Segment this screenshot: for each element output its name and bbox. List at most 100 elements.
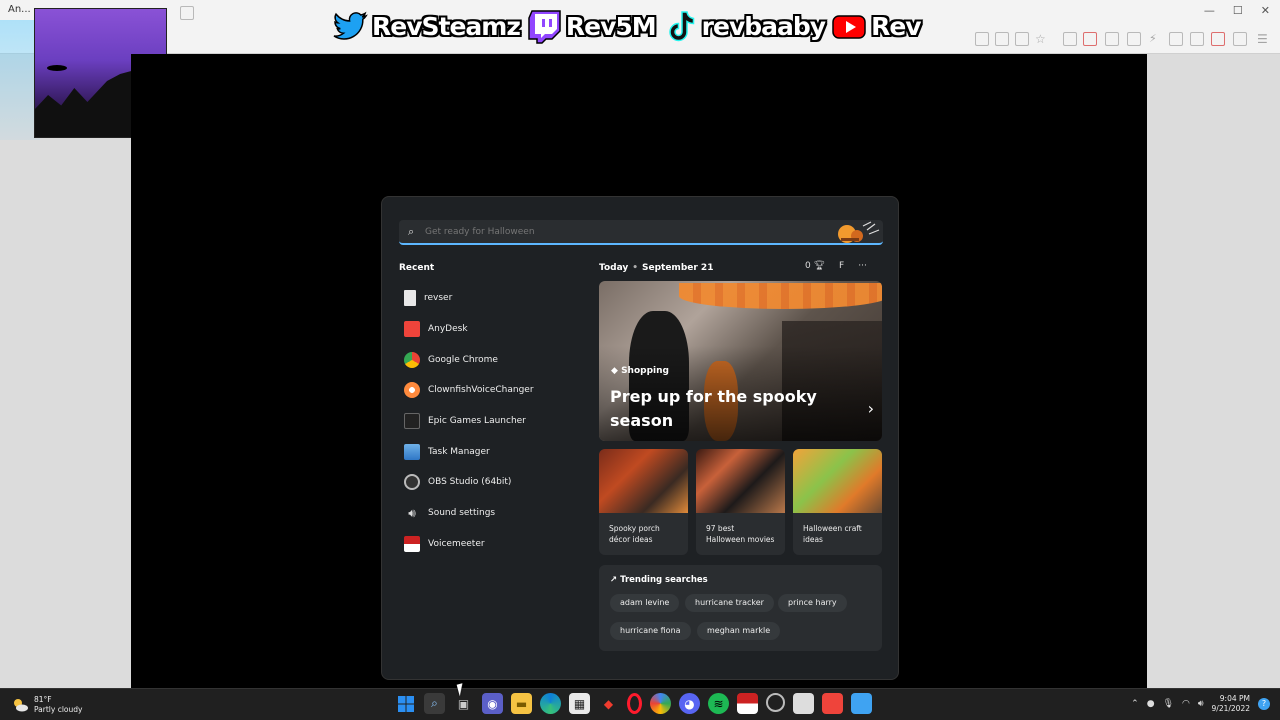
recent-item-label: OBS Studio (64bit) — [428, 477, 512, 488]
feed-card-movies[interactable]: 97 best Halloween movies — [696, 449, 785, 555]
notepad-icon[interactable] — [793, 693, 814, 714]
twitter-icon — [333, 11, 368, 40]
toolbar-icon[interactable] — [1063, 32, 1077, 46]
more-options-button[interactable]: ··· — [858, 261, 867, 271]
window-controls: — ☐ ✕ — [1204, 4, 1270, 17]
tiktok-name: revbaaby — [701, 11, 826, 41]
weather-desc: Partly cloudy — [34, 705, 83, 714]
card-image — [696, 449, 785, 513]
toolbar-icon[interactable] — [1233, 32, 1247, 46]
wifi-icon[interactable]: ◠ — [1182, 699, 1190, 709]
voicemeeter-taskbar-icon[interactable] — [737, 693, 758, 714]
recent-item-chrome[interactable]: Google Chrome — [404, 344, 534, 375]
minimize-button[interactable]: — — [1204, 4, 1215, 17]
recent-item-task-manager[interactable]: Task Manager — [404, 436, 534, 467]
toolbar-icon[interactable] — [1190, 32, 1204, 46]
windows-start-icon[interactable] — [395, 693, 416, 714]
recent-item-voicemeeter[interactable]: Voicemeeter — [404, 529, 534, 560]
trending-chip[interactable]: adam levine — [610, 594, 680, 612]
trending-chip[interactable]: hurricane fiona — [610, 622, 691, 640]
discord-icon[interactable]: ◕ — [679, 693, 700, 714]
toolbar-icon[interactable] — [1105, 32, 1119, 46]
recent-item-sound-settings[interactable]: 🔊︎ Sound settings — [404, 498, 534, 529]
recent-item-anydesk[interactable]: AnyDesk — [404, 314, 534, 345]
anydesk-taskbar-icon[interactable] — [822, 693, 843, 714]
search-icon: ⌕ — [408, 225, 415, 238]
obs-icon — [404, 474, 420, 491]
hero-tag: ◆ Shopping — [611, 366, 669, 376]
recent-item-obs[interactable]: OBS Studio (64bit) — [404, 467, 534, 498]
hero-card[interactable]: ◆ Shopping Prep up for the spooky season… — [599, 281, 882, 441]
trophy-icon: 🏆︎ — [813, 261, 826, 271]
opera-icon[interactable] — [627, 693, 642, 714]
taskbar: 81°F Partly cloudy ⌕ ▣ ◉ ▬ ▦ ◆ ◕ ≋ ⌃ ● 🎙… — [0, 688, 1280, 720]
teams-chat-icon[interactable]: ◉ — [482, 693, 503, 714]
voicemeeter-icon — [404, 535, 420, 552]
chevron-up-icon[interactable]: ⌃ — [1131, 699, 1139, 709]
clock[interactable]: 9:04 PM 9/21/2022 — [1212, 694, 1250, 714]
toolbar-icon[interactable] — [995, 32, 1009, 46]
file-explorer-icon[interactable]: ▬ — [511, 693, 532, 714]
tab-action-icon[interactable] — [180, 6, 194, 20]
hero-headline: Prep up for the spooky season — [610, 387, 817, 430]
microphone-icon[interactable]: 🎙︎ — [1163, 699, 1174, 709]
recent-item-label: Sound settings — [428, 508, 496, 519]
recent-item-revser[interactable]: revser — [404, 283, 534, 314]
volume-icon[interactable]: 🔊︎ — [1198, 699, 1204, 709]
feed-card-porch[interactable]: Spooky porch décor ideas — [599, 449, 688, 555]
tiktok-handle: revbaaby — [662, 8, 826, 44]
spotify-icon[interactable]: ≋ — [708, 693, 729, 714]
search-input[interactable] — [425, 223, 825, 241]
trending-chip[interactable]: prince harry — [778, 594, 847, 612]
recent-item-clownfish[interactable]: ClownfishVoiceChanger — [404, 375, 534, 406]
trending-chip[interactable]: hurricane tracker — [685, 594, 774, 612]
rewards-count: 0 — [805, 261, 811, 271]
recent-item-epic[interactable]: Epic Games Launcher — [404, 406, 534, 437]
search-taskbar-icon[interactable]: ⌕ — [424, 693, 445, 714]
edge-icon[interactable] — [540, 693, 561, 714]
trending-chip[interactable]: meghan markle — [697, 622, 781, 640]
profile-button[interactable]: F — [839, 261, 844, 271]
favorite-star-icon[interactable]: ☆ — [1035, 32, 1049, 46]
app-diamond-icon[interactable]: ◆ — [598, 693, 619, 714]
chevron-right-icon[interactable]: › — [868, 399, 874, 418]
obs-taskbar-icon[interactable] — [766, 693, 785, 712]
search-box[interactable]: ⌕ — [399, 220, 883, 245]
trending-arrow-icon: ↗ — [610, 575, 618, 585]
recent-item-label: revser — [424, 293, 453, 304]
feed-date-header: Today • September 21 — [599, 263, 714, 273]
toolbar-icon[interactable] — [1015, 32, 1029, 46]
recent-heading: Recent — [399, 263, 435, 273]
toolbar-icon[interactable] — [1169, 32, 1183, 46]
partly-cloudy-icon — [14, 699, 28, 712]
help-icon[interactable]: ? — [1258, 698, 1270, 710]
toolbar-icon[interactable] — [975, 32, 989, 46]
social-banner: RevSteamz Rev5M revbaaby Rev — [332, 4, 922, 48]
task-view-icon[interactable]: ▣ — [453, 693, 474, 714]
store-icon[interactable]: ▦ — [569, 693, 590, 714]
halloween-doodle-icon — [838, 221, 880, 243]
trending-searches: ↗ Trending searches adam levine hurrican… — [599, 565, 882, 651]
twitch-handle: Rev5M — [526, 8, 657, 44]
rewards-button[interactable]: 0 🏆︎ — [805, 261, 825, 271]
close-button[interactable]: ✕ — [1261, 4, 1270, 17]
lightning-icon[interactable]: ⚡ — [1149, 32, 1163, 46]
toolbar-icon[interactable] — [1083, 32, 1097, 46]
system-tray: ⌃ ● 🎙︎ ◠ 🔊︎ 9:04 PM 9/21/2022 ? — [1131, 694, 1270, 714]
notepad-blue-icon[interactable] — [851, 693, 872, 714]
weather-widget[interactable]: 81°F Partly cloudy — [12, 695, 82, 715]
weather-temp: 81°F — [34, 695, 52, 704]
chrome-taskbar-icon[interactable] — [650, 693, 671, 714]
toolbar-icon[interactable] — [1211, 32, 1225, 46]
feed-card-crafts[interactable]: Halloween craft ideas — [793, 449, 882, 555]
hero-tag-label: Shopping — [621, 366, 669, 376]
anydesk-icon — [404, 321, 420, 338]
maximize-button[interactable]: ☐ — [1233, 4, 1243, 17]
feed-controls: 0 🏆︎ F ··· — [805, 261, 867, 271]
menu-icon[interactable]: ☰ — [1257, 32, 1271, 46]
tray-app-icon[interactable]: ● — [1147, 699, 1155, 709]
feed-cards: Spooky porch décor ideas 97 best Hallowe… — [599, 449, 882, 555]
toolbar-icon[interactable] — [1127, 32, 1141, 46]
clownfish-icon — [404, 382, 420, 399]
file-icon — [404, 290, 416, 307]
